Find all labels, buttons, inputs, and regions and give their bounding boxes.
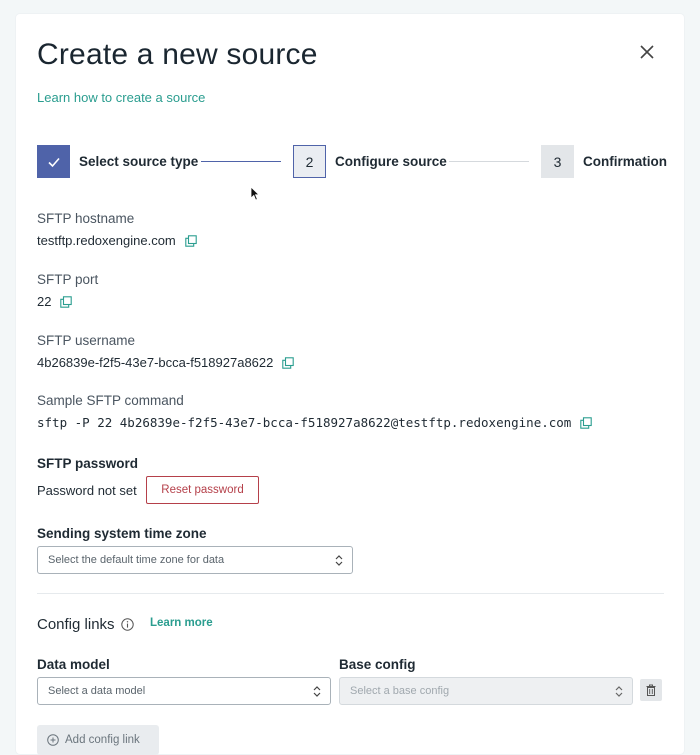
- close-button[interactable]: [637, 42, 657, 62]
- step-1-label: Select source type: [79, 154, 199, 169]
- data-model-placeholder: Select a data model: [48, 685, 146, 697]
- password-status: Password not set: [37, 483, 137, 498]
- copy-command-button[interactable]: [580, 416, 593, 429]
- copy-icon: [282, 356, 295, 369]
- command-value: sftp -P 22 4b26839e-f2f5-43e7-bcca-f5189…: [37, 415, 572, 430]
- close-icon: [640, 45, 654, 59]
- step-3-number: 3: [553, 153, 562, 170]
- data-model-label: Data model: [37, 657, 110, 672]
- command-label: Sample SFTP command: [37, 393, 184, 408]
- chevron-updown-icon: [335, 555, 343, 566]
- hostname-value-row: testftp.redoxengine.com: [37, 233, 197, 248]
- username-value: 4b26839e-f2f5-43e7-bcca-f518927a8622: [37, 355, 274, 370]
- hostname-value: testftp.redoxengine.com: [37, 233, 176, 248]
- port-label: SFTP port: [37, 272, 99, 287]
- copy-icon: [185, 234, 197, 247]
- base-config-select: Select a base config: [339, 677, 633, 705]
- base-config-placeholder: Select a base config: [350, 685, 450, 697]
- username-label: SFTP username: [37, 333, 136, 348]
- learn-create-source-link[interactable]: Learn how to create a source: [37, 90, 205, 105]
- delete-config-link-button[interactable]: [640, 679, 662, 701]
- copy-hostname-button[interactable]: [185, 234, 197, 247]
- info-icon[interactable]: [120, 618, 134, 631]
- step-3-indicator: 3: [541, 145, 574, 178]
- copy-icon: [580, 416, 593, 429]
- step-connector-1: [201, 161, 281, 162]
- chevron-updown-icon: [313, 686, 321, 697]
- timezone-label: Sending system time zone: [37, 526, 207, 541]
- step-connector-2: [449, 161, 529, 162]
- config-links-learn-more[interactable]: Learn more: [150, 617, 213, 629]
- step-2-number: 2: [305, 153, 314, 170]
- data-model-select[interactable]: Select a data model: [37, 677, 331, 705]
- create-source-modal: Create a new source Learn how to create …: [16, 14, 684, 755]
- username-value-row: 4b26839e-f2f5-43e7-bcca-f518927a8622: [37, 355, 295, 370]
- step-1-indicator: [37, 145, 70, 178]
- mouse-cursor-icon: [250, 186, 260, 201]
- check-icon: [47, 157, 60, 167]
- config-links-title-text: Config links: [37, 616, 115, 633]
- port-value-row: 22: [37, 294, 73, 309]
- copy-icon: [60, 295, 73, 308]
- reset-password-button[interactable]: Reset password: [146, 476, 259, 504]
- stepper: Select source type 2 Configure source 3 …: [37, 145, 667, 179]
- command-value-row: sftp -P 22 4b26839e-f2f5-43e7-bcca-f5189…: [37, 415, 593, 430]
- timezone-select[interactable]: Select the default time zone for data: [37, 546, 353, 574]
- config-links-title: Config links: [37, 616, 134, 633]
- password-label: SFTP password: [37, 456, 139, 471]
- copy-port-button[interactable]: [60, 295, 73, 308]
- copy-username-button[interactable]: [282, 356, 295, 369]
- hostname-label: SFTP hostname: [37, 211, 135, 226]
- base-config-label: Base config: [339, 657, 416, 672]
- modal-title: Create a new source: [37, 38, 318, 71]
- step-2-label: Configure source: [335, 154, 447, 169]
- port-value: 22: [37, 294, 52, 309]
- section-divider: [37, 593, 664, 594]
- add-config-link-button[interactable]: Add config link: [37, 725, 159, 755]
- trash-icon: [646, 684, 656, 696]
- timezone-placeholder: Select the default time zone for data: [48, 554, 225, 566]
- chevron-updown-icon: [615, 686, 623, 697]
- step-3-label: Confirmation: [583, 154, 667, 169]
- step-2-indicator: 2: [293, 145, 326, 178]
